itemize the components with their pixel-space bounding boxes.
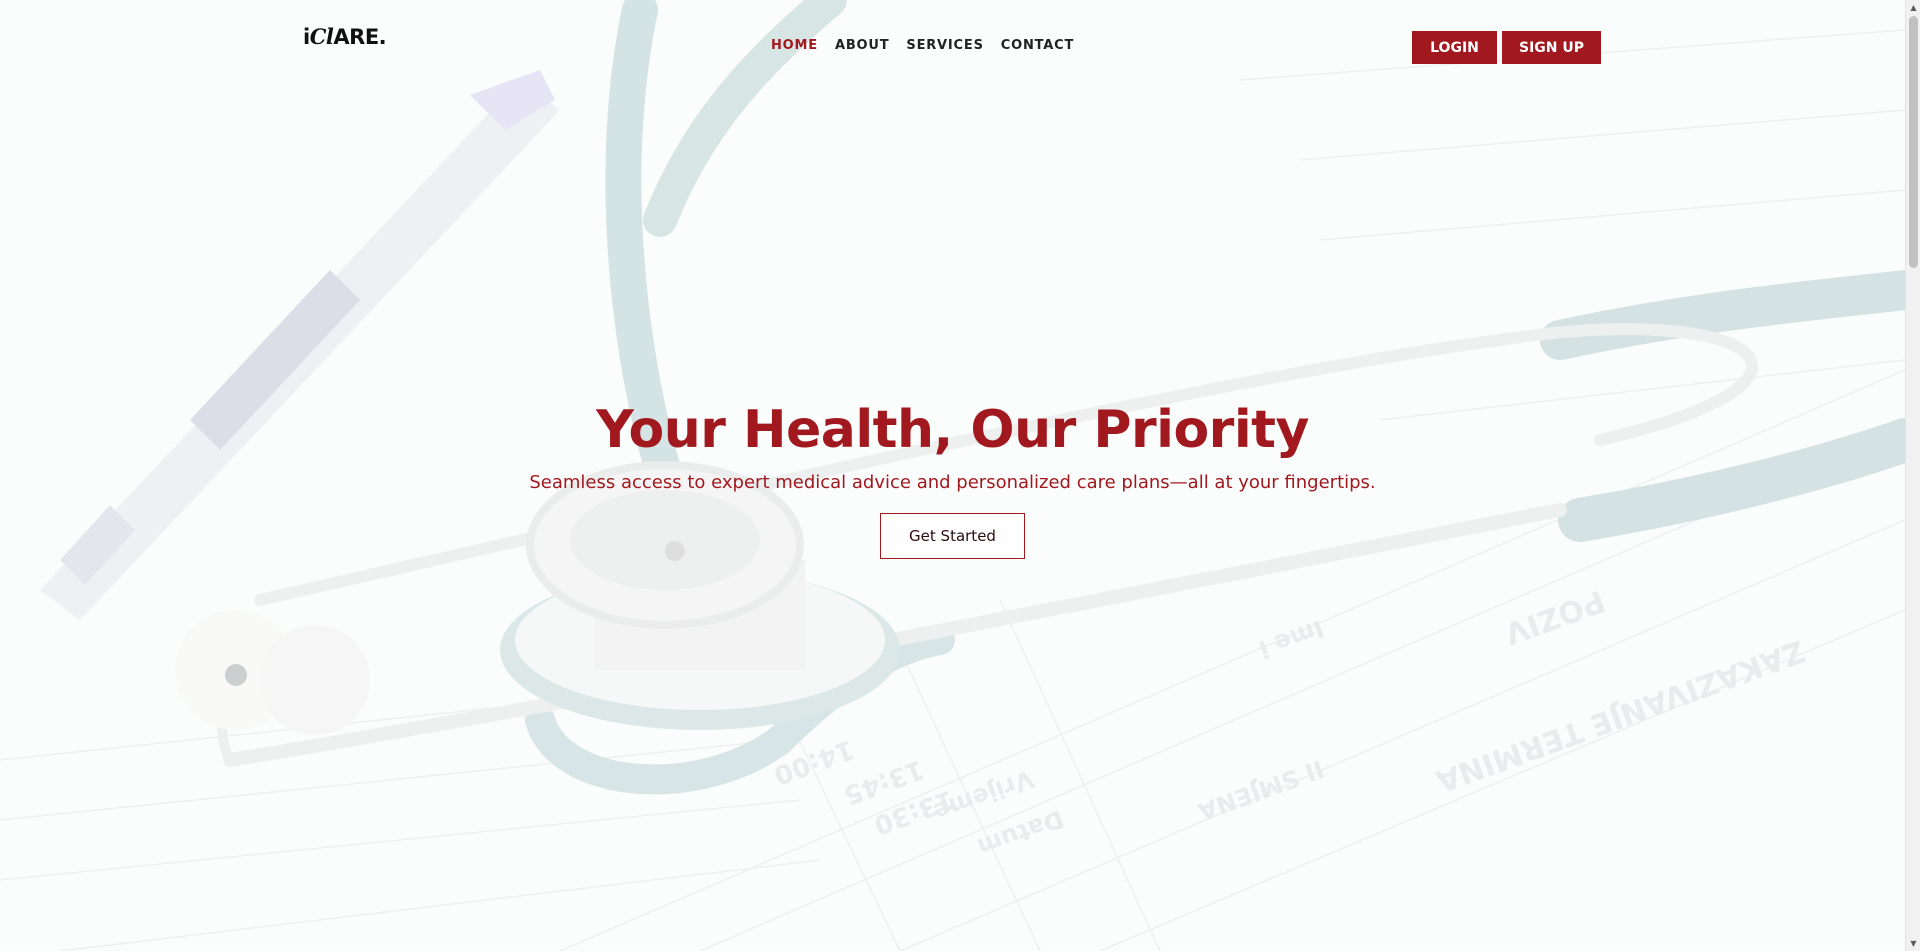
auth-buttons: LOGIN SIGN UP <box>1412 31 1601 64</box>
nav-item-contact[interactable]: CONTACT <box>1001 38 1074 53</box>
nav-item-home[interactable]: HOME <box>771 38 818 53</box>
site-logo[interactable]: iClARE. <box>303 24 387 49</box>
scrollbar-thumb[interactable] <box>1909 16 1918 268</box>
nav-item-about[interactable]: ABOUT <box>835 38 889 53</box>
main-navigation: HOME ABOUT SERVICES CONTACT <box>771 38 1074 53</box>
nav-item-services[interactable]: SERVICES <box>906 38 983 53</box>
get-started-button[interactable]: Get Started <box>880 513 1025 559</box>
page: 14:00 13:45 13:30 Vrijeme Datum POZIV ZA… <box>0 0 1905 951</box>
hero-subtitle: Seamless access to expert medical advice… <box>529 472 1376 493</box>
scroll-down-arrow-icon[interactable]: ▼ <box>1906 936 1920 951</box>
logo-text-part-3: ARE. <box>333 25 387 49</box>
page-scrollbar[interactable]: ▲ ▼ <box>1905 0 1920 951</box>
hero-title: Your Health, Our Priority <box>596 400 1309 460</box>
signup-button[interactable]: SIGN UP <box>1502 31 1601 64</box>
login-button[interactable]: LOGIN <box>1412 31 1497 64</box>
scroll-up-arrow-icon[interactable]: ▲ <box>1906 0 1920 15</box>
hero-section: Your Health, Our Priority Seamless acces… <box>0 398 1905 559</box>
logo-text-part-2: Cl <box>309 24 334 49</box>
logo-text-part-1: i <box>303 25 310 49</box>
